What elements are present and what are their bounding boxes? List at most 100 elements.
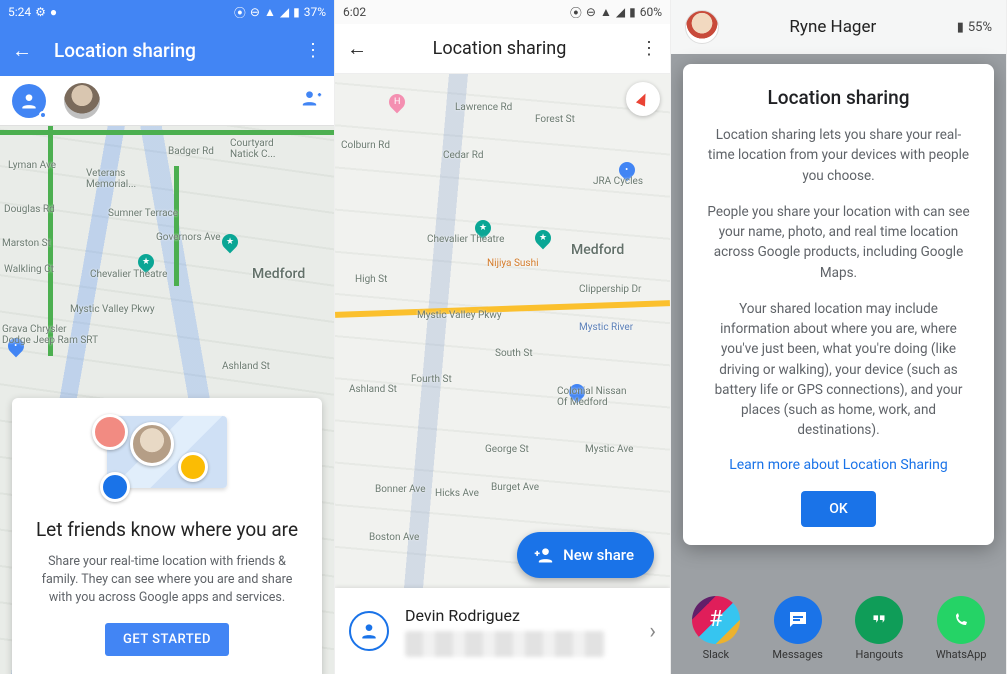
dialog-title: Location sharing — [703, 86, 974, 109]
map-label: Marston St — [2, 238, 51, 249]
battery-indicator: ▮ 55% — [957, 20, 992, 35]
dock-app-hangouts[interactable]: Hangouts — [844, 596, 914, 661]
status-bar: 6:02 ⦿ ⊖ ▲ ◢ ▮ 60% — [335, 0, 670, 24]
map-label: Mystic River — [579, 322, 633, 333]
wifi-icon: ▲ — [264, 5, 276, 19]
card-title: Let friends know where you are — [30, 518, 304, 541]
messages-icon — [774, 596, 822, 644]
wifi-icon: ▲ — [600, 5, 612, 19]
map-label: Mystic Ave — [585, 444, 633, 455]
dock-label: Messages — [763, 648, 833, 661]
map-label: Badger Rd — [168, 146, 214, 157]
chevron-right-icon: › — [649, 619, 656, 644]
battery-icon: ▮ — [293, 5, 300, 19]
page-title: Location sharing — [387, 38, 640, 59]
location-icon: ⦿ — [570, 4, 582, 21]
fab-label: New share — [563, 546, 634, 564]
dialog-paragraph: Location sharing lets you share your rea… — [703, 125, 974, 186]
avatar-illustration-icon — [100, 472, 130, 502]
slack-icon: # — [692, 596, 740, 644]
map-label: Lawrence Rd — [455, 102, 512, 113]
map-label: Sumner Terrace — [108, 208, 178, 219]
friend-avatar[interactable] — [64, 83, 100, 119]
battery-icon: ▮ — [629, 5, 636, 19]
compass-icon — [636, 91, 650, 106]
add-person-button[interactable] — [302, 88, 322, 114]
avatar-illustration-icon — [92, 414, 128, 450]
map-label: Nijiya Sushi — [487, 258, 539, 269]
map-label: Ashland St — [349, 384, 397, 395]
map-label: Colonial Nissan Of Medford — [557, 386, 627, 408]
map-label: Cedar Rd — [443, 150, 484, 161]
dock-label: WhatsApp — [926, 648, 996, 661]
dock-app-slack[interactable]: # Slack — [681, 596, 751, 661]
traffic-road — [174, 166, 179, 286]
map-label: Burget Ave — [491, 482, 539, 493]
status-bar: 5:24 ⚙ ● ⦿ ⊖ ▲ ◢ ▮ 37% — [0, 0, 334, 24]
map-label: Chevalier Theatre — [90, 269, 167, 280]
contact-row[interactable]: Devin Rodriguez › — [335, 588, 670, 674]
info-dialog: Location sharing Location sharing lets y… — [683, 64, 994, 545]
new-share-button[interactable]: New share — [517, 532, 654, 578]
person-icon — [19, 91, 39, 111]
hangouts-icon — [855, 596, 903, 644]
self-avatar[interactable] — [12, 84, 46, 118]
dock-label: Hangouts — [844, 648, 914, 661]
person-add-icon — [302, 88, 322, 108]
whatsapp-icon — [937, 596, 985, 644]
do-not-disturb-icon: ⊖ — [250, 5, 260, 19]
dock-app-messages[interactable]: Messages — [763, 596, 833, 661]
panel-new-ui: 6:02 ⦿ ⊖ ▲ ◢ ▮ 60% ← Location sharing ⋮ … — [335, 0, 671, 674]
battery-percent: 55% — [968, 20, 992, 35]
person-add-icon — [533, 545, 553, 565]
map-label: Grava Chrysler Dodge Jeep Ram SRT — [2, 324, 98, 346]
map-label: Bonner Ave — [375, 484, 426, 495]
map-label: Clippership Dr — [579, 284, 641, 295]
app-dock: # Slack Messages Hangouts WhatsApp — [671, 586, 1006, 670]
map-label: Hicks Ave — [435, 488, 479, 499]
contact-avatar — [349, 611, 389, 651]
panel-old-ui: 5:24 ⚙ ● ⦿ ⊖ ▲ ◢ ▮ 37% ← Location sharin… — [0, 0, 335, 674]
dock-label: Slack — [681, 648, 751, 661]
user-name: Ryne Hager — [733, 17, 943, 37]
map-view[interactable]: H ★ ★ • • Lawrence Rd Forest St Cedar Rd… — [335, 74, 670, 588]
status-time: 6:02 — [343, 5, 366, 19]
dock-app-whatsapp[interactable]: WhatsApp — [926, 596, 996, 661]
map-label: Governors Ave — [156, 232, 221, 243]
back-icon[interactable]: ← — [347, 36, 367, 61]
map-label: Forest St — [535, 114, 575, 125]
battery-icon: ▮ — [957, 20, 964, 35]
avatar-illustration-icon — [178, 452, 208, 482]
people-bar — [0, 76, 334, 126]
avatar-illustration-icon — [130, 422, 174, 466]
learn-more-link[interactable]: Learn more about Location Sharing — [703, 457, 974, 473]
card-body: Share your real-time location with frien… — [30, 553, 304, 607]
map-label: George St — [485, 444, 529, 455]
app-bar: ← Location sharing ⋮ — [0, 24, 334, 76]
contact-name: Devin Rodriguez — [405, 606, 649, 625]
location-icon: ⦿ — [234, 4, 246, 21]
app-bar: ← Location sharing ⋮ — [335, 24, 670, 74]
user-avatar[interactable] — [685, 10, 719, 44]
cloud-icon: ● — [50, 5, 57, 19]
map-label: Colburn Rd — [341, 140, 390, 151]
do-not-disturb-icon: ⊖ — [586, 5, 596, 19]
map-label: Ashland St — [222, 361, 270, 372]
status-time: 5:24 — [8, 5, 31, 19]
battery-percent: 60% — [640, 5, 662, 19]
more-icon[interactable]: ⋮ — [304, 40, 322, 61]
map-label: Douglas Rd — [4, 204, 55, 215]
map-label: Chevalier Theatre — [427, 234, 504, 245]
settings-glyph-icon: ⚙ — [35, 5, 46, 19]
battery-percent: 37% — [304, 5, 326, 19]
map-label: Mystic Valley Pkwy — [417, 310, 502, 321]
more-icon[interactable]: ⋮ — [640, 38, 658, 59]
dialog-paragraph: People you share your location with can … — [703, 202, 974, 283]
compass-button[interactable] — [626, 82, 660, 116]
map-label: South St — [495, 348, 533, 359]
get-started-button[interactable]: GET STARTED — [105, 623, 229, 656]
back-icon[interactable]: ← — [12, 38, 32, 63]
map-label: Lyman Ave — [8, 160, 56, 171]
map-label: High St — [355, 274, 387, 285]
ok-button[interactable]: OK — [801, 491, 876, 527]
